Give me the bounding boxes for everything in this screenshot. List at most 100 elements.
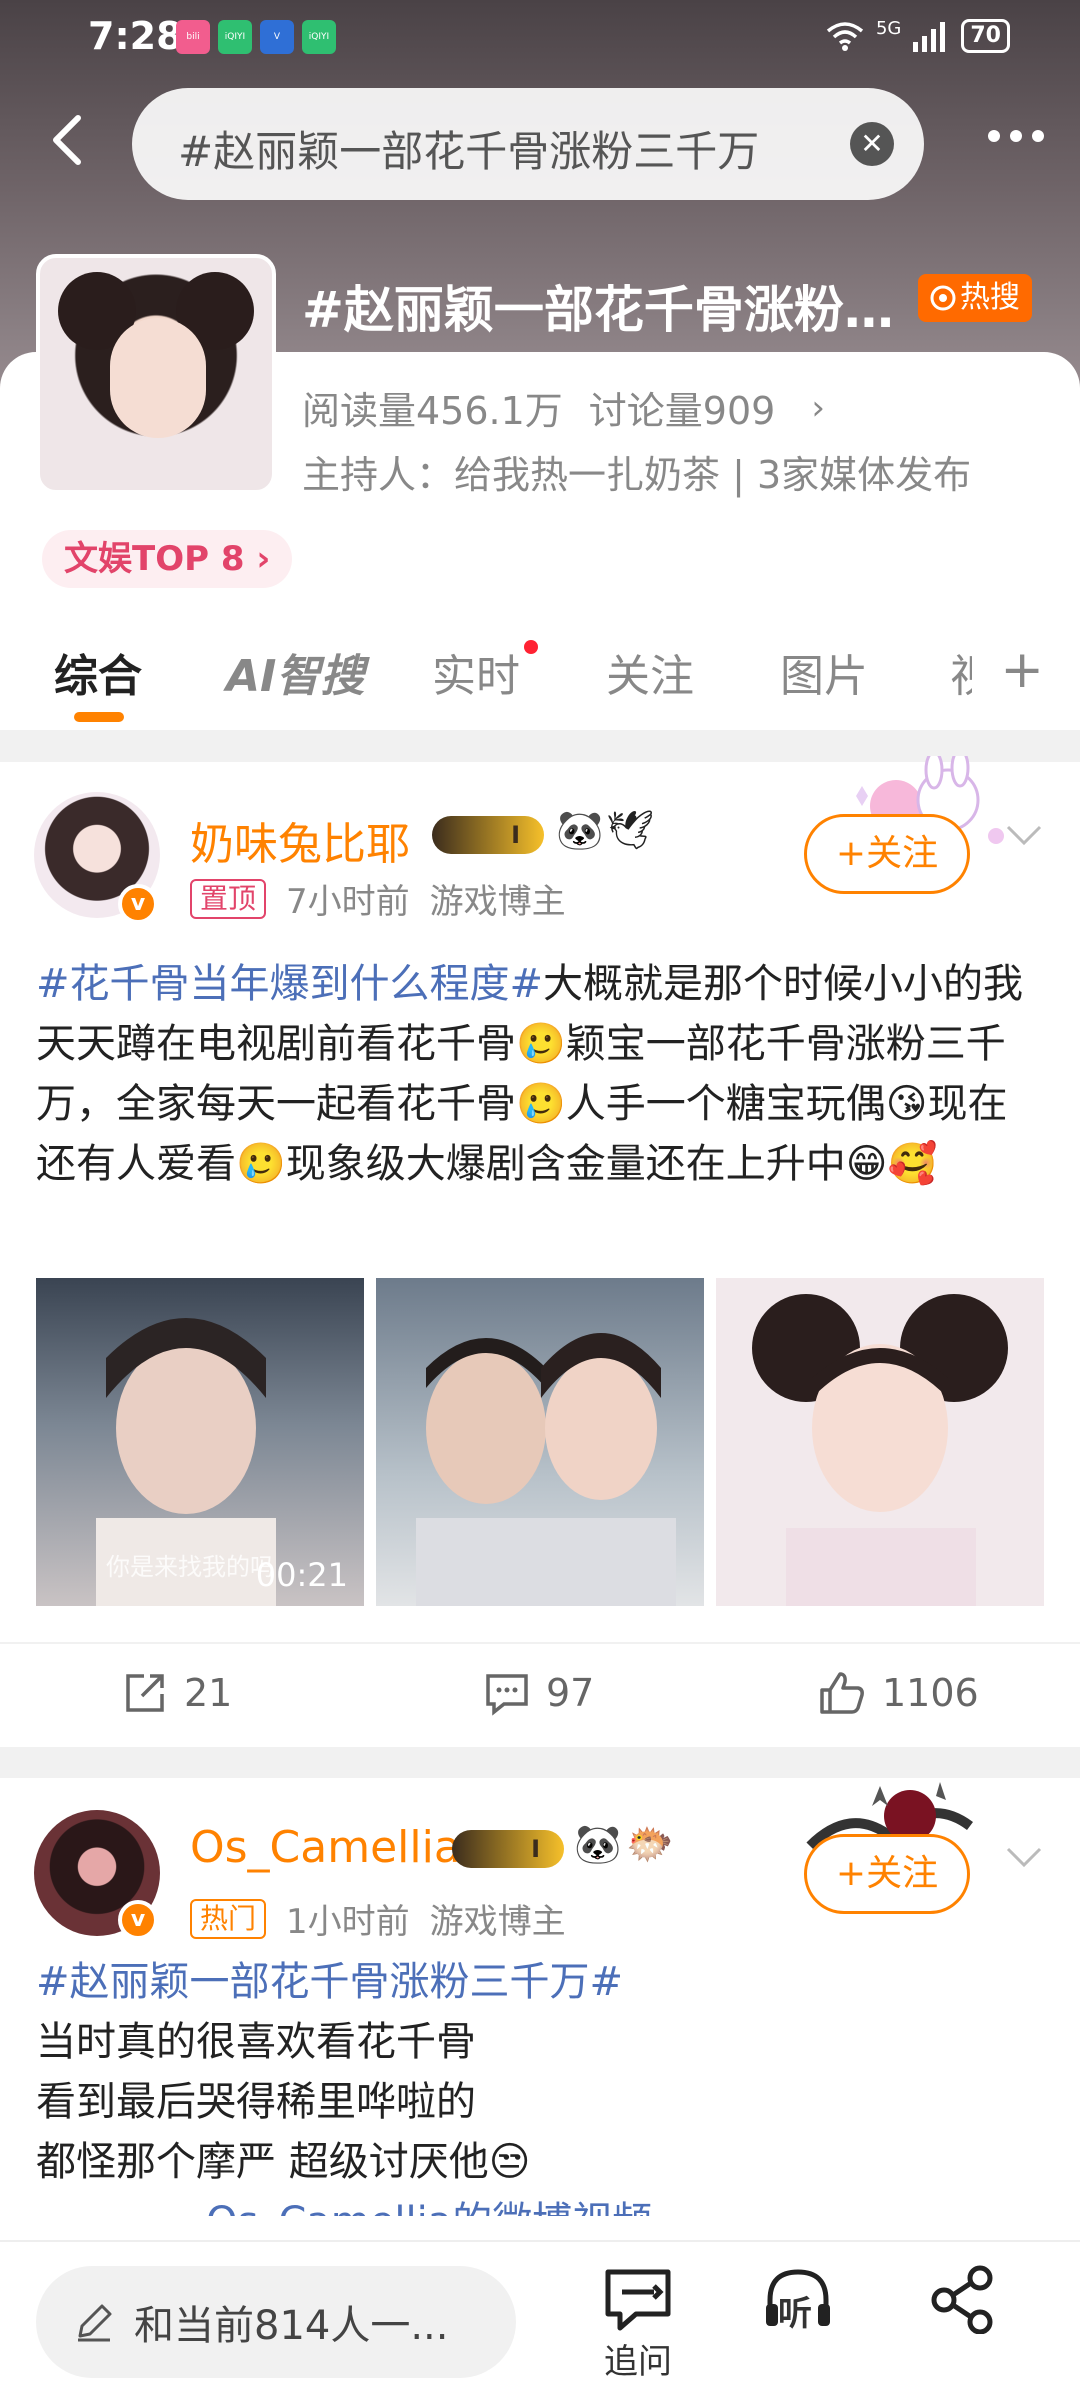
like-count: 1106 [882,1671,979,1715]
post-image[interactable] [716,1278,1044,1606]
hot-icon [930,285,956,311]
post-line: 看到最后哭得稀里哗啦的 [36,2079,476,2125]
tab-ai-search[interactable]: AI智搜 [226,640,364,704]
battery-indicator: 70 [961,18,1010,53]
comment-button[interactable]: 97 [484,1670,594,1716]
tab-bar: 综合 AI智搜 实时 关注 图片 视 + [0,620,1080,730]
follow-button[interactable]: +关注 [804,814,970,894]
signal-icon [913,21,946,52]
video-link[interactable]: Os_Camellia的微博视频 [36,2192,1046,2216]
video-duration: 00:21 [255,1556,348,1594]
post-meta: 置顶 7小时前 游戏博主 [190,874,566,923]
search-input[interactable]: #赵丽颖一部花千骨涨粉三千万 ✕ [132,88,924,200]
v-app-icon: V [260,20,294,54]
post-hashtag[interactable]: #赵丽颖一部花千骨涨粉三千万# [36,1952,1046,2012]
repost-icon [126,1674,164,1712]
tab-video[interactable]: 视 [950,640,972,704]
listen-label: 听 [778,2294,812,2334]
post-meta: 热门 1小时前 游戏博主 [190,1894,566,1943]
status-bar: 7:28 bili iQIYI V iQIYI 5G 70 [0,0,1080,80]
rank-tag-label: 文娱TOP 8 [64,539,245,579]
video-thumbnail[interactable]: 你是来找我的吗 00:21 [36,1278,364,1606]
tab-images[interactable]: 图片 [780,640,868,704]
pencil-icon [78,2304,112,2342]
chevron-down-icon[interactable] [1004,1844,1044,1884]
listen-button[interactable]: 听 [748,2264,848,2334]
share-button[interactable] [912,2264,1012,2334]
more-options-icon[interactable] [988,130,1044,142]
fish-icon: 🐡 [626,1822,674,1866]
topic-stats[interactable]: 阅读量456.1万 讨论量909 › [302,380,825,435]
search-nav: #赵丽颖一部花千骨涨粉三千万 ✕ [0,88,1080,200]
tab-realtime[interactable]: 实时 [432,640,520,704]
post-images: 你是来找我的吗 00:21 [36,1278,1044,1606]
back-arrow-icon[interactable] [40,110,100,170]
tab-all[interactable]: 综合 [54,640,142,704]
comment-placeholder: 和当前814人一... [134,2303,449,2349]
repost-button[interactable]: 21 [122,1670,232,1716]
search-query: #赵丽颖一部花千骨涨粉三千万 [178,127,760,176]
share-icon [931,2265,993,2334]
post-line: 都怪那个摩严 超级讨厌他😒 [36,2139,531,2185]
member-crown-icon: I [452,1830,564,1868]
topic-host[interactable]: 主持人：给我热一扎奶茶 | 3家媒体发布 [302,444,971,499]
ask-label: 追问 [604,2342,672,2382]
post-hashtag[interactable]: #花千骨当年爆到什么程度# [36,961,543,1007]
add-tab-icon[interactable]: + [1000,640,1044,700]
post-actions: 21 97 1106 [0,1642,1080,1742]
verified-icon: v [118,1900,158,1940]
video-caption: 你是来找我的吗 [106,1553,274,1581]
panda-icon: 🐼 [574,1822,622,1866]
status-app-icons: bili iQIYI V iQIYI [176,20,336,54]
topic-title: #赵丽颖一部花千骨涨粉三千万# [302,281,902,339]
bottom-bar: 和当前814人一... 追问 听 [0,2240,1080,2400]
username[interactable]: Os_Camellia [190,1822,461,1873]
comment-input[interactable]: 和当前814人一... [36,2266,516,2378]
read-count: 阅读量456.1万 [302,389,563,433]
hot-label: 热搜 [960,280,1020,315]
notification-dot [524,640,538,654]
post-card: v Os_Camellia I 🐼 🐡 热门 1小时前 游戏博主 +关注 #赵丽… [0,1778,1080,2248]
status-time: 7:28 [88,14,183,58]
wifi-icon [826,21,864,51]
clear-icon[interactable]: ✕ [850,122,894,166]
hot-search-badge[interactable]: 热搜 [918,274,1032,322]
post-text: #赵丽颖一部花千骨涨粉三千万# 当时真的很喜欢看花千骨 看到最后哭得稀里哗啦的 … [36,1952,1046,2216]
topic-cover-image [36,254,276,494]
dove-icon: 🕊 [606,808,655,852]
discussion-count: 讨论量909 [588,389,776,433]
ask-icon [605,2269,671,2331]
hot-tag: 热门 [190,1898,267,1939]
rank-tag[interactable]: 文娱TOP 8 › [42,530,293,588]
video-link-label: Os_Camellia的微博视频 [36,2199,652,2216]
tab-follow[interactable]: 关注 [606,640,694,704]
couple-photo-image [416,1333,676,1606]
post-time: 1小时前 [286,1902,410,1942]
chevron-down-icon[interactable] [1004,822,1044,862]
chevron-right-icon: › [811,387,825,428]
like-icon [820,1672,864,1714]
username[interactable]: 奶味兔比耶 [190,808,410,872]
post-card: v 奶味兔比耶 I 🐼 🕊 置顶 7小时前 游戏博主 +关注 #花千骨当年爆到什… [0,756,1080,1747]
pinned-tag: 置顶 [190,878,267,919]
comment-count: 97 [546,1671,595,1715]
repost-count: 21 [184,1671,233,1715]
active-tab-indicator [74,712,124,722]
post-text: #花千骨当年爆到什么程度#大概就是那个时候小小的我天天蹲在电视剧前看花千骨🥲颖宝… [36,954,1046,1194]
user-role: 游戏博主 [429,882,566,922]
post-image[interactable] [376,1278,704,1606]
network-label: 5G [875,18,902,39]
panda-icon: 🐼 [556,808,604,852]
portrait-photo-image [752,1294,1008,1606]
member-crown-icon: I [432,816,544,854]
user-role: 游戏博主 [429,1902,566,1942]
post-time: 7小时前 [286,882,410,922]
post-line: 当时真的很喜欢看花千骨 [36,2019,476,2065]
verified-icon: v [118,884,158,924]
like-button[interactable]: 1106 [818,1670,979,1716]
follow-button[interactable]: +关注 [804,1834,970,1914]
bilibili-icon: bili [176,20,210,54]
iqiyi-icon: iQIYI [218,20,252,54]
ask-button[interactable]: 追问 [578,2264,698,2383]
iqiyi-icon: iQIYI [302,20,336,54]
